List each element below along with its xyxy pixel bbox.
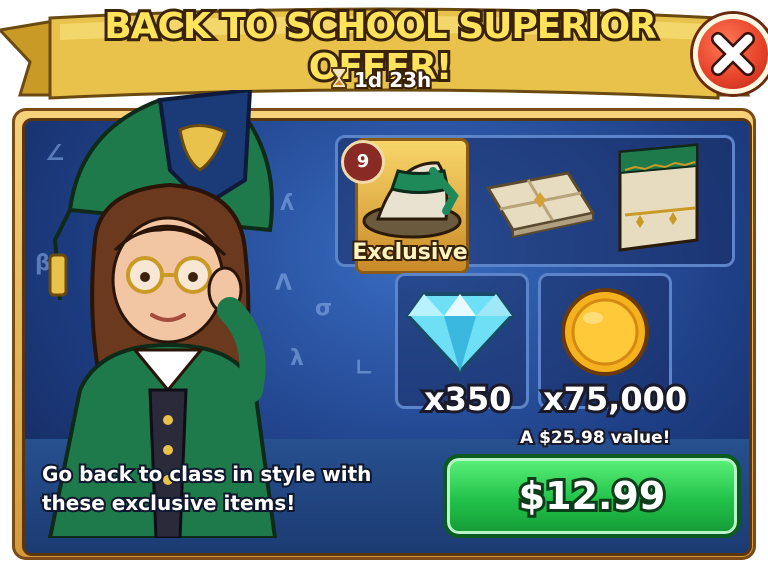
gems-reward-box: x350: [395, 273, 529, 421]
gems-amount: x350: [421, 377, 514, 421]
wall-icon[interactable]: [615, 140, 703, 255]
hourglass-icon: [330, 66, 348, 94]
exclusive-label: Exclusive: [350, 238, 469, 267]
gem-icon: [405, 292, 515, 375]
offer-description: Go back to class in style with these exc…: [40, 460, 373, 517]
gold-reward-box: x75,000: [538, 273, 690, 421]
buy-button[interactable]: $12.99: [443, 454, 741, 538]
item-level-badge: 9: [341, 140, 385, 184]
timer-text: 1d 23h: [352, 66, 433, 94]
coin-icon: [561, 288, 649, 376]
gold-amount: x75,000: [540, 377, 690, 421]
value-text: A $25.98 value!: [518, 426, 672, 450]
offer-timer: 1d 23h: [330, 66, 433, 94]
rune-decoration: ∟: [355, 356, 374, 381]
price-label: $12.99: [516, 471, 669, 521]
close-button[interactable]: [693, 14, 768, 94]
tile-icon[interactable]: [478, 168, 598, 238]
close-icon: [711, 32, 755, 76]
